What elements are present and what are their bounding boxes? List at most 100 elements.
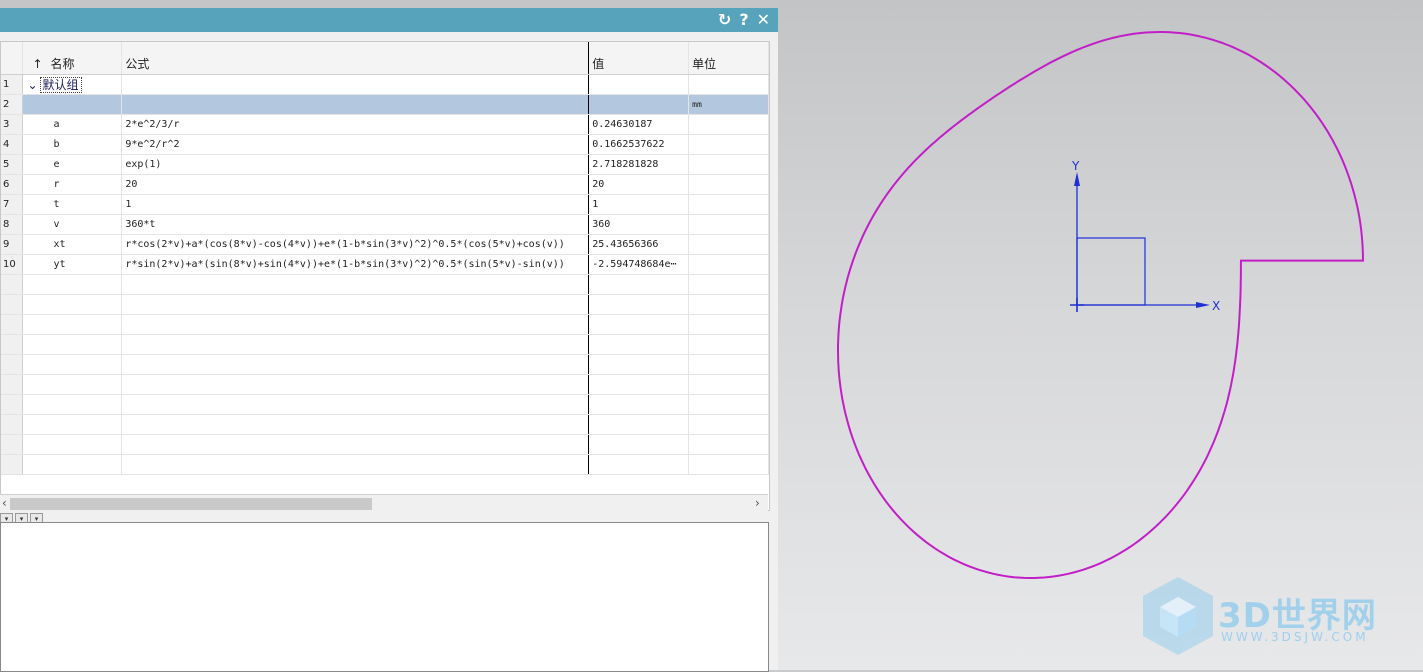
empty-cell bbox=[22, 274, 123, 295]
unit-cell[interactable] bbox=[688, 214, 769, 235]
unit-cell[interactable] bbox=[688, 254, 769, 275]
empty-cell bbox=[121, 454, 590, 475]
empty-cell bbox=[588, 394, 690, 415]
value-cell: 0.1662537622 bbox=[588, 134, 690, 155]
value-cell bbox=[588, 74, 690, 95]
row-number: 2 bbox=[1, 94, 24, 115]
formula-cell[interactable]: 1 bbox=[121, 194, 590, 215]
horizontal-scrollbar[interactable]: ‹ › bbox=[0, 494, 768, 511]
empty-cell bbox=[22, 314, 123, 335]
expand-chevron-icon[interactable]: ⌄ bbox=[27, 78, 37, 92]
name-cell[interactable]: a bbox=[22, 114, 123, 135]
row-number bbox=[1, 414, 24, 435]
close-icon[interactable]: ✕ bbox=[757, 10, 770, 30]
sort-ascending-icon[interactable]: ↑ bbox=[32, 57, 42, 71]
unit-cell[interactable]: mm bbox=[688, 94, 769, 115]
scroll-left-icon[interactable]: ‹ bbox=[2, 495, 7, 511]
y-axis-label: Y bbox=[1071, 159, 1080, 173]
row-number bbox=[1, 314, 24, 335]
formula-cell[interactable]: 2*e^2/3/r bbox=[121, 114, 590, 135]
name-cell[interactable]: xt bbox=[22, 234, 123, 255]
unit-cell bbox=[688, 74, 769, 95]
formula-cell[interactable]: 360*t bbox=[121, 214, 590, 235]
table-row[interactable]: 2 mm bbox=[1, 94, 769, 115]
empty-cell bbox=[22, 294, 123, 315]
empty-row bbox=[1, 414, 769, 435]
group-label[interactable]: 默认组 bbox=[39, 77, 82, 93]
row-number: 7 bbox=[1, 194, 24, 215]
empty-row bbox=[1, 394, 769, 415]
scrollbar-thumb[interactable] bbox=[10, 498, 372, 510]
empty-cell bbox=[121, 394, 590, 415]
table-row[interactable]: 6 r 20 20 bbox=[1, 174, 769, 195]
group-row[interactable]: 1 ⌄ 默认组 bbox=[1, 74, 769, 95]
empty-cell bbox=[121, 374, 590, 395]
unit-cell[interactable] bbox=[688, 194, 769, 215]
empty-cell bbox=[688, 434, 769, 455]
formula-cell[interactable]: 9*e^2/r^2 bbox=[121, 134, 590, 155]
empty-cell bbox=[688, 374, 769, 395]
empty-cell bbox=[121, 314, 590, 335]
empty-cell bbox=[22, 394, 123, 415]
table-row[interactable]: 10 yt r*sin(2*v)+a*(sin(8*v)+sin(4*v))+e*(… bbox=[1, 254, 769, 275]
empty-cell bbox=[588, 374, 690, 395]
unit-cell[interactable] bbox=[688, 234, 769, 255]
column-header-formula[interactable]: 公式 bbox=[121, 42, 590, 75]
help-icon[interactable]: ? bbox=[739, 10, 748, 30]
name-cell[interactable]: b bbox=[22, 134, 123, 155]
table-row[interactable]: 7t11 bbox=[1, 194, 769, 215]
expression-text-pane[interactable] bbox=[0, 522, 769, 672]
formula-cell[interactable]: r*cos(2*v)+a*(cos(8*v)-cos(4*v))+e*(1-b*… bbox=[121, 234, 590, 255]
name-cell[interactable]: yt bbox=[22, 254, 123, 275]
column-header-name[interactable]: ↑ 名称 bbox=[22, 42, 123, 75]
empty-row bbox=[1, 374, 769, 395]
row-number: 9 bbox=[1, 234, 24, 255]
value-cell: -2.594748684e⋯ bbox=[588, 254, 690, 275]
formula-cell[interactable]: r*sin(2*v)+a*(sin(8*v)+sin(4*v))+e*(1-b*… bbox=[121, 254, 590, 275]
table-row[interactable]: 3 a 2*e^2/3/r 0.24630187 bbox=[1, 114, 769, 135]
watermark-cube-icon bbox=[1143, 577, 1213, 655]
row-number: 1 bbox=[1, 74, 24, 95]
formula-cell[interactable] bbox=[121, 74, 590, 95]
y-axis-arrowhead bbox=[1074, 172, 1080, 186]
unit-cell[interactable] bbox=[688, 134, 769, 155]
table-row[interactable]: 9 xt r*cos(2*v)+a*(cos(8*v)-cos(4*v))+e*(1… bbox=[1, 234, 769, 255]
table-row[interactable]: 5 e exp(1) 2.718281828 bbox=[1, 154, 769, 175]
empty-cell bbox=[688, 294, 769, 315]
empty-row bbox=[1, 294, 769, 315]
name-cell[interactable]: v bbox=[22, 214, 123, 235]
unit-cell[interactable] bbox=[688, 174, 769, 195]
empty-cell bbox=[22, 454, 123, 475]
plane-square bbox=[1076, 237, 1146, 306]
name-cell[interactable] bbox=[22, 94, 123, 115]
graphics-viewport[interactable]: X Y bbox=[778, 0, 1423, 670]
row-number bbox=[1, 434, 24, 455]
unit-cell[interactable] bbox=[688, 154, 769, 175]
row-number bbox=[1, 334, 24, 355]
column-header-value-label: 值 bbox=[592, 57, 605, 71]
column-header-name-label: 名称 bbox=[50, 57, 75, 71]
column-header-unit[interactable]: 单位 bbox=[688, 42, 769, 75]
formula-cell[interactable]: exp(1) bbox=[121, 154, 590, 175]
row-number bbox=[1, 394, 24, 415]
empty-cell bbox=[588, 454, 690, 475]
empty-cell bbox=[121, 354, 590, 375]
scroll-right-icon[interactable]: › bbox=[755, 495, 760, 511]
table-row[interactable]: 8 v 360*t 360 bbox=[1, 214, 769, 235]
empty-cell bbox=[688, 454, 769, 475]
empty-cell bbox=[121, 274, 590, 295]
group-name-cell[interactable]: ⌄ 默认组 bbox=[22, 74, 123, 95]
watermark-url: WWW.3DSJW.COM bbox=[1221, 630, 1369, 644]
empty-cell bbox=[22, 374, 123, 395]
table-row[interactable]: 4 b 9*e^2/r^2 0.1662537622 bbox=[1, 134, 769, 155]
refresh-icon[interactable]: ↻ bbox=[718, 10, 731, 30]
column-header-value[interactable]: 值 bbox=[588, 42, 690, 75]
row-number bbox=[1, 354, 24, 375]
formula-cell[interactable]: 20 bbox=[121, 174, 590, 195]
name-cell[interactable]: t bbox=[22, 194, 123, 215]
empty-cell bbox=[121, 414, 590, 435]
name-cell[interactable]: e bbox=[22, 154, 123, 175]
unit-cell[interactable] bbox=[688, 114, 769, 135]
name-cell[interactable]: r bbox=[22, 174, 123, 195]
formula-cell[interactable] bbox=[121, 94, 590, 115]
